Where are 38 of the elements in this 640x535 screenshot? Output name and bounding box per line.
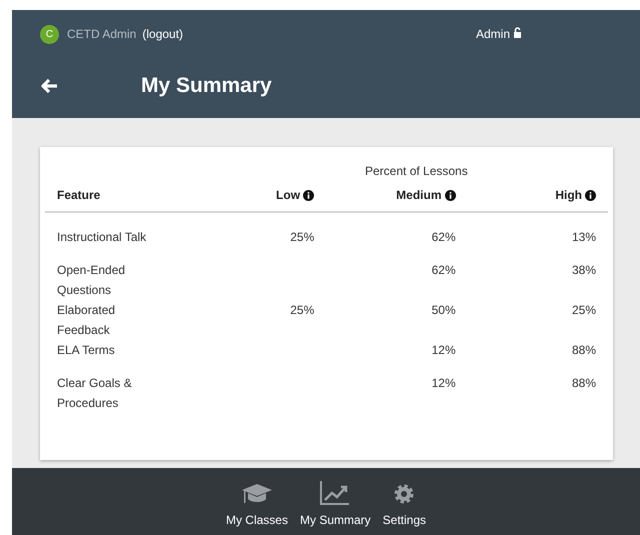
info-icon[interactable] — [585, 190, 596, 200]
line-chart-icon — [320, 481, 350, 505]
feature-cell: ELA Terms — [57, 343, 115, 357]
column-header: Low — [276, 187, 300, 204]
info-icon[interactable] — [444, 190, 456, 200]
user-name: CETD Admin — [67, 26, 136, 43]
percent-cell: 25% — [290, 303, 314, 317]
percent-cell: 25% — [572, 303, 596, 317]
unlock-icon — [513, 27, 522, 38]
percent-cell: 88% — [572, 376, 596, 390]
column-header: Medium — [396, 187, 442, 204]
column-header: Feature — [57, 187, 100, 204]
percent-cell: 12% — [432, 376, 456, 390]
nav-tab[interactable]: My Summary — [300, 481, 371, 529]
feature-cell: Instructional Talk — [57, 230, 146, 244]
feature-cell: Elaborated Feedback — [57, 303, 116, 337]
graduation-cap-icon — [240, 483, 273, 505]
settings-icon — [393, 483, 416, 505]
feature-cell: Clear Goals & Procedures — [57, 376, 132, 410]
percent-cell: 50% — [432, 303, 456, 317]
user-avatar: C — [40, 24, 59, 44]
back-arrow-icon[interactable] — [40, 78, 58, 94]
nav-tab[interactable]: Settings — [382, 481, 426, 529]
role-label: Admin — [476, 26, 510, 43]
info-icon[interactable] — [303, 190, 314, 200]
feature-cell: Open-Ended Questions — [57, 263, 126, 297]
percent-cell: 13% — [572, 230, 596, 244]
page-title: My Summary — [141, 73, 272, 100]
percent-cell: 62% — [432, 230, 456, 244]
nav-tab[interactable]: My Classes — [226, 481, 288, 529]
group-heading: Percent of Lessons — [365, 163, 468, 179]
column-header: High — [555, 187, 582, 204]
percent-cell: 62% — [432, 263, 456, 277]
logout-link[interactable]: (logout) — [142, 25, 184, 43]
percent-cell: 25% — [290, 230, 314, 244]
percent-cell: 12% — [432, 343, 456, 357]
percent-cell: 38% — [572, 263, 596, 277]
percent-cell: 88% — [572, 343, 596, 357]
